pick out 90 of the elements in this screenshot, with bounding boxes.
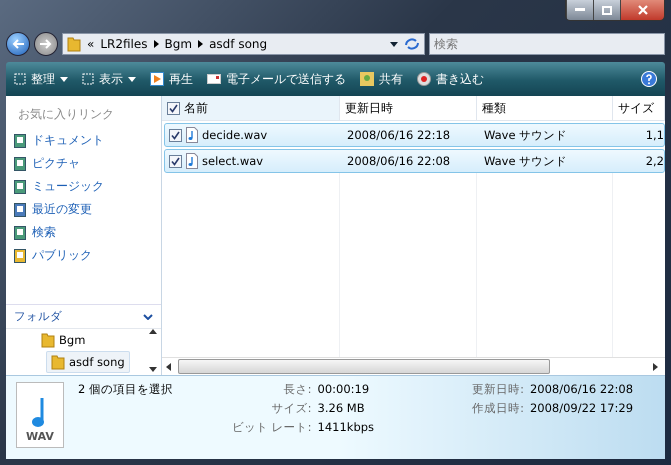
selection-summary: 2 個の項目を選択 [78, 382, 173, 396]
folder-tree-item[interactable]: asdf song [46, 351, 130, 373]
horizontal-scrollbar[interactable] [162, 357, 665, 375]
caret-icon [128, 76, 136, 82]
checkbox[interactable] [169, 154, 182, 168]
toolbar-button[interactable]: 再生 [150, 70, 193, 88]
library-icon [14, 226, 26, 240]
chevron-down-icon [143, 314, 153, 320]
check-icon [171, 130, 180, 140]
audio-file-icon [186, 127, 198, 143]
wav-file-icon: WAV [16, 382, 64, 448]
maximize-icon [602, 6, 612, 14]
folders-heading: フォルダ [14, 309, 62, 324]
table-cell: 2008/06/16 22:08 [347, 154, 450, 168]
property-label: サイズ: [270, 401, 312, 416]
property-value: 2008/06/16 22:08 [530, 382, 634, 397]
folder-icon [51, 354, 65, 370]
address-bar[interactable]: « LR2files Bgm asdf song [62, 33, 425, 55]
favorite-link[interactable]: ピクチャ [6, 152, 161, 175]
toolbar-button[interactable]: 共有 [360, 70, 403, 88]
column-header[interactable]: サイズ [613, 96, 665, 120]
folder-tree-item[interactable]: Bgm [36, 329, 90, 351]
close-icon [638, 5, 648, 15]
close-button[interactable] [620, 0, 664, 20]
help-icon[interactable] [641, 71, 657, 87]
chevron-right-icon [198, 40, 204, 48]
audio-file-icon [186, 153, 198, 169]
property-label: ビット レート: [232, 420, 312, 435]
favorite-link[interactable]: パブリック [6, 244, 161, 267]
property-value: 1411kbps [318, 420, 374, 435]
library-icon [14, 202, 26, 216]
folder-icon [67, 36, 81, 52]
refresh-icon[interactable] [404, 37, 420, 51]
toolbar-button[interactable]: 電子メールで送信する [207, 70, 346, 88]
caret-icon [60, 76, 68, 82]
folder-icon [41, 332, 55, 348]
table-cell: 2008/06/16 22:18 [347, 128, 450, 142]
property-value: 2008/09/22 17:29 [530, 401, 634, 416]
breadcrumb[interactable]: Bgm [164, 37, 192, 51]
breadcrumb[interactable]: asdf song [209, 37, 268, 51]
maximize-button[interactable] [593, 0, 620, 20]
forward-button[interactable] [34, 32, 58, 56]
table-cell: 2,2 [646, 154, 664, 168]
favorite-link[interactable]: 検索 [6, 221, 161, 244]
minimize-icon [575, 8, 585, 12]
property-label: 更新日時: [472, 382, 524, 397]
favorites-heading: お気に入りリンク [17, 106, 115, 123]
table-cell: 1,1 [646, 128, 664, 142]
file-name: select.wav [202, 154, 264, 168]
toolbar-button[interactable]: 書き込む [417, 70, 484, 88]
property-value: 00:00:19 [318, 382, 370, 397]
column-header[interactable]: 種類 [477, 96, 613, 120]
arrow-left-icon [12, 39, 24, 49]
scroll-left-icon[interactable] [166, 362, 174, 370]
library-icon [14, 180, 26, 194]
search-field[interactable]: 検索 [429, 33, 665, 55]
file-row[interactable]: decide.wav 2008/06/16 22:18 Wave サウンド 1,1 [164, 123, 665, 147]
checkbox[interactable] [169, 128, 182, 142]
favorite-link[interactable]: 最近の変更 [6, 198, 161, 221]
chevron-right-icon [154, 40, 159, 48]
toolbar-button[interactable]: 整理 [14, 70, 68, 88]
table-cell: Wave サウンド [484, 154, 568, 168]
property-label: 長さ: [282, 382, 312, 397]
file-row[interactable]: select.wav 2008/06/16 22:08 Wave サウンド 2,2 [164, 149, 665, 173]
table-cell: Wave サウンド [484, 128, 568, 142]
arrow-right-icon [40, 39, 52, 49]
disc-icon [417, 72, 431, 86]
back-button[interactable] [6, 32, 30, 56]
overflow-chevron[interactable]: « [87, 37, 94, 51]
breadcrumb[interactable]: LR2files [100, 37, 148, 51]
folder-icon [14, 248, 26, 262]
envelope-icon [207, 74, 221, 84]
property-label: 作成日時: [472, 401, 524, 416]
minimize-button[interactable] [566, 0, 593, 20]
library-icon [14, 156, 26, 170]
folders-header[interactable]: フォルダ [6, 304, 161, 328]
caret-icon[interactable] [390, 42, 398, 46]
property-value: 3.26 MB [318, 401, 366, 416]
column-header[interactable]: 更新日時 [340, 96, 477, 120]
file-name: decide.wav [202, 128, 268, 142]
checkbox[interactable] [167, 102, 180, 114]
check-icon [171, 156, 180, 166]
check-icon [169, 104, 178, 112]
favorite-link[interactable]: ドキュメント [6, 129, 161, 152]
favorite-link[interactable]: ミュージック [6, 175, 161, 198]
toolbar-button[interactable]: 表示 [82, 70, 136, 88]
column-header[interactable]: 名前 [162, 96, 340, 120]
play-icon [150, 72, 164, 86]
library-icon [14, 134, 26, 148]
scroll-up-icon[interactable] [149, 329, 157, 337]
